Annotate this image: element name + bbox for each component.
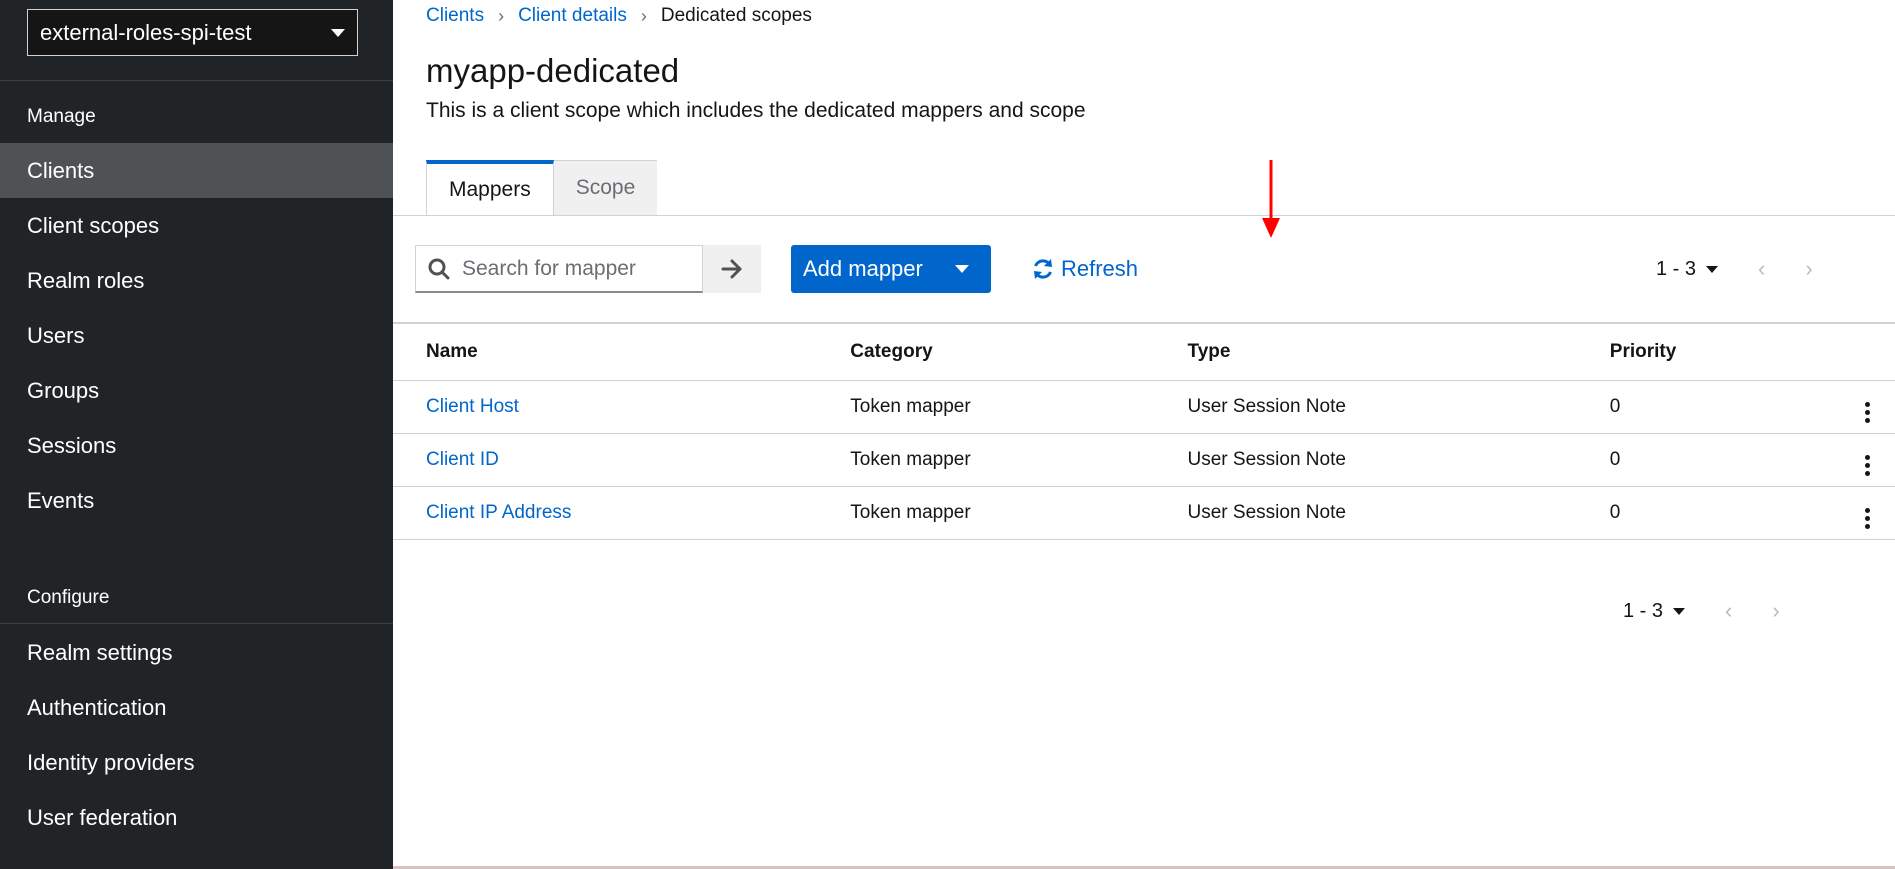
mapper-priority: 0 <box>1609 486 1840 540</box>
sidebar-item-events[interactable]: Events <box>0 473 393 528</box>
sidebar-item-user-federation[interactable]: User federation <box>0 790 393 845</box>
table-header-row: Name Category Type Priority <box>393 324 1895 381</box>
tabs-divider <box>393 215 1895 216</box>
refresh-icon <box>1034 259 1052 279</box>
sidebar-item-clients[interactable]: Clients <box>0 143 393 198</box>
column-header-actions <box>1839 324 1895 381</box>
main-content: Clients › Client details › Dedicated sco… <box>393 0 1895 869</box>
chevron-right-icon[interactable]: › <box>1772 598 1779 624</box>
breadcrumb: Clients › Client details › Dedicated sco… <box>426 4 812 28</box>
search-submit-button[interactable] <box>703 245 761 293</box>
divider <box>0 80 393 81</box>
kebab-icon[interactable] <box>1864 402 1870 423</box>
tabs: Mappers Scope <box>426 160 658 215</box>
realm-selector[interactable]: external-roles-spi-test <box>27 9 358 56</box>
pagination-toggle[interactable]: 1 - 3 <box>1656 257 1719 281</box>
sidebar: external-roles-spi-test Manage Clients C… <box>0 0 393 869</box>
sidebar-item-realm-settings[interactable]: Realm settings <box>0 625 393 680</box>
sidebar-item-authentication[interactable]: Authentication <box>0 680 393 735</box>
mapper-category: Token mapper <box>850 433 1188 487</box>
breadcrumb-client-details[interactable]: Client details <box>518 5 627 27</box>
kebab-icon[interactable] <box>1864 508 1870 529</box>
chevron-down-icon <box>1673 607 1686 615</box>
configure-nav: Realm settings Authentication Identity p… <box>0 625 393 845</box>
mapper-priority: 0 <box>1609 380 1840 434</box>
column-header-name[interactable]: Name <box>393 324 851 381</box>
mappers-table: Name Category Type Priority Client Host … <box>393 324 1895 540</box>
sidebar-item-client-scopes[interactable]: Client scopes <box>0 198 393 253</box>
pagination-count: 1 - 3 <box>1623 599 1664 622</box>
chevron-right-icon: › <box>498 5 505 26</box>
manage-section-title: Manage <box>27 106 96 127</box>
chevron-down-icon <box>1706 265 1719 273</box>
pagination-bottom: 1 - 3 ‹ › <box>1623 587 1780 635</box>
sidebar-item-realm-roles[interactable]: Realm roles <box>0 253 393 308</box>
divider <box>0 623 393 624</box>
column-header-type[interactable]: Type <box>1187 324 1610 381</box>
page-title: myapp-dedicated <box>426 52 680 89</box>
sidebar-item-groups[interactable]: Groups <box>0 363 393 418</box>
page-subtitle: This is a client scope which includes th… <box>426 99 1086 122</box>
table-row: Client Host Token mapper User Session No… <box>393 380 1895 434</box>
chevron-down-icon <box>331 28 345 37</box>
table-row: Client ID Token mapper User Session Note… <box>393 433 1895 487</box>
mapper-name-link[interactable]: Client ID <box>426 449 499 470</box>
realm-name: external-roles-spi-test <box>40 19 252 45</box>
add-mapper-button[interactable]: Add mapper <box>791 245 991 293</box>
search-input[interactable] <box>460 255 694 282</box>
chevron-left-icon[interactable]: ‹ <box>1758 256 1765 282</box>
annotation-arrow-icon <box>1262 160 1280 238</box>
pagination-toggle[interactable]: 1 - 3 <box>1623 599 1686 623</box>
tab-scope[interactable]: Scope <box>553 160 658 215</box>
mapper-type: User Session Note <box>1187 433 1610 487</box>
column-header-priority[interactable]: Priority <box>1609 324 1840 381</box>
pagination-top: 1 - 3 ‹ › <box>1656 245 1813 293</box>
toolbar: Add mapper Refresh 1 - 3 ‹ › <box>393 245 1895 295</box>
sidebar-item-identity-providers[interactable]: Identity providers <box>0 735 393 790</box>
tab-mappers[interactable]: Mappers <box>426 160 554 215</box>
mapper-type: User Session Note <box>1187 380 1610 434</box>
table-row: Client IP Address Token mapper User Sess… <box>393 486 1895 540</box>
configure-section-title: Configure <box>27 587 110 608</box>
refresh-label: Refresh <box>1061 256 1139 281</box>
column-header-category[interactable]: Category <box>850 324 1188 381</box>
chevron-left-icon[interactable]: ‹ <box>1725 598 1732 624</box>
mapper-priority: 0 <box>1609 433 1840 487</box>
search-icon <box>428 258 450 279</box>
sidebar-item-sessions[interactable]: Sessions <box>0 418 393 473</box>
arrow-right-icon <box>721 259 742 279</box>
manage-nav: Clients Client scopes Realm roles Users … <box>0 143 393 528</box>
kebab-icon[interactable] <box>1864 455 1870 476</box>
pagination-count: 1 - 3 <box>1656 257 1697 280</box>
mapper-name-link[interactable]: Client Host <box>426 396 519 417</box>
breadcrumb-current: Dedicated scopes <box>660 5 812 26</box>
chevron-right-icon: › <box>640 5 647 26</box>
chevron-down-icon <box>955 265 969 273</box>
mapper-name-link[interactable]: Client IP Address <box>426 502 571 523</box>
breadcrumb-clients[interactable]: Clients <box>426 5 484 27</box>
refresh-button[interactable]: Refresh <box>1031 245 1138 293</box>
search-box <box>415 245 703 293</box>
add-mapper-label: Add mapper <box>803 256 923 281</box>
mapper-category: Token mapper <box>850 380 1188 434</box>
chevron-right-icon[interactable]: › <box>1805 256 1812 282</box>
sidebar-item-users[interactable]: Users <box>0 308 393 363</box>
mapper-type: User Session Note <box>1187 486 1610 540</box>
mapper-category: Token mapper <box>850 486 1188 540</box>
